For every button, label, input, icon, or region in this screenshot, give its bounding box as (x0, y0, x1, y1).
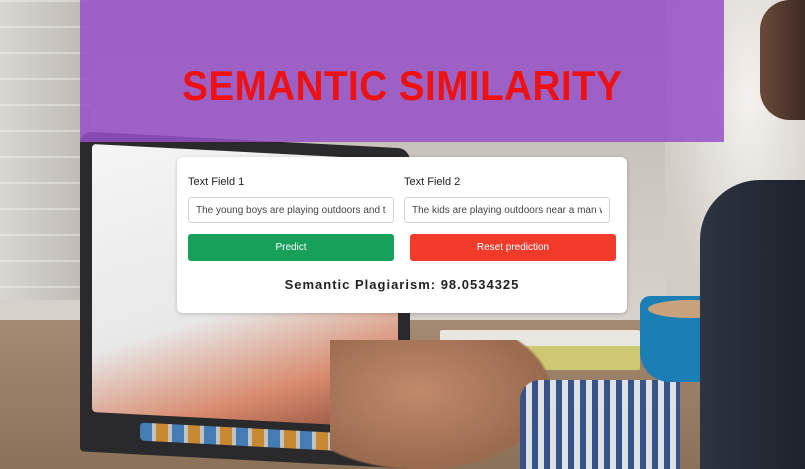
text-field-1-input[interactable] (188, 197, 394, 223)
app-window: SEMANTIC SIMILARITY Text Field 1 Text Fi… (0, 0, 805, 469)
text-field-1-group: Text Field 1 (188, 175, 394, 223)
background-brick-wall (0, 0, 90, 300)
semantic-plagiarism-result: Semantic Plagiarism: 98.0534325 (284, 277, 520, 292)
header-banner: SEMANTIC SIMILARITY (80, 0, 724, 142)
predict-button[interactable]: Predict (188, 234, 394, 261)
text-field-2-label: Text Field 2 (404, 176, 461, 188)
text-field-2-input[interactable] (404, 197, 610, 223)
background-shirt-sleeve (520, 380, 680, 469)
background-person-head (760, 0, 805, 120)
text-field-2-group: Text Field 2 (404, 175, 610, 223)
page-title: SEMANTIC SIMILARITY (181, 62, 623, 109)
background-hands (330, 340, 550, 469)
reset-prediction-button[interactable]: Reset prediction (410, 234, 616, 261)
similarity-form-card: Text Field 1 Text Field 2 Predict Reset … (177, 157, 627, 313)
background-person (700, 180, 805, 469)
text-field-1-label: Text Field 1 (188, 176, 245, 188)
